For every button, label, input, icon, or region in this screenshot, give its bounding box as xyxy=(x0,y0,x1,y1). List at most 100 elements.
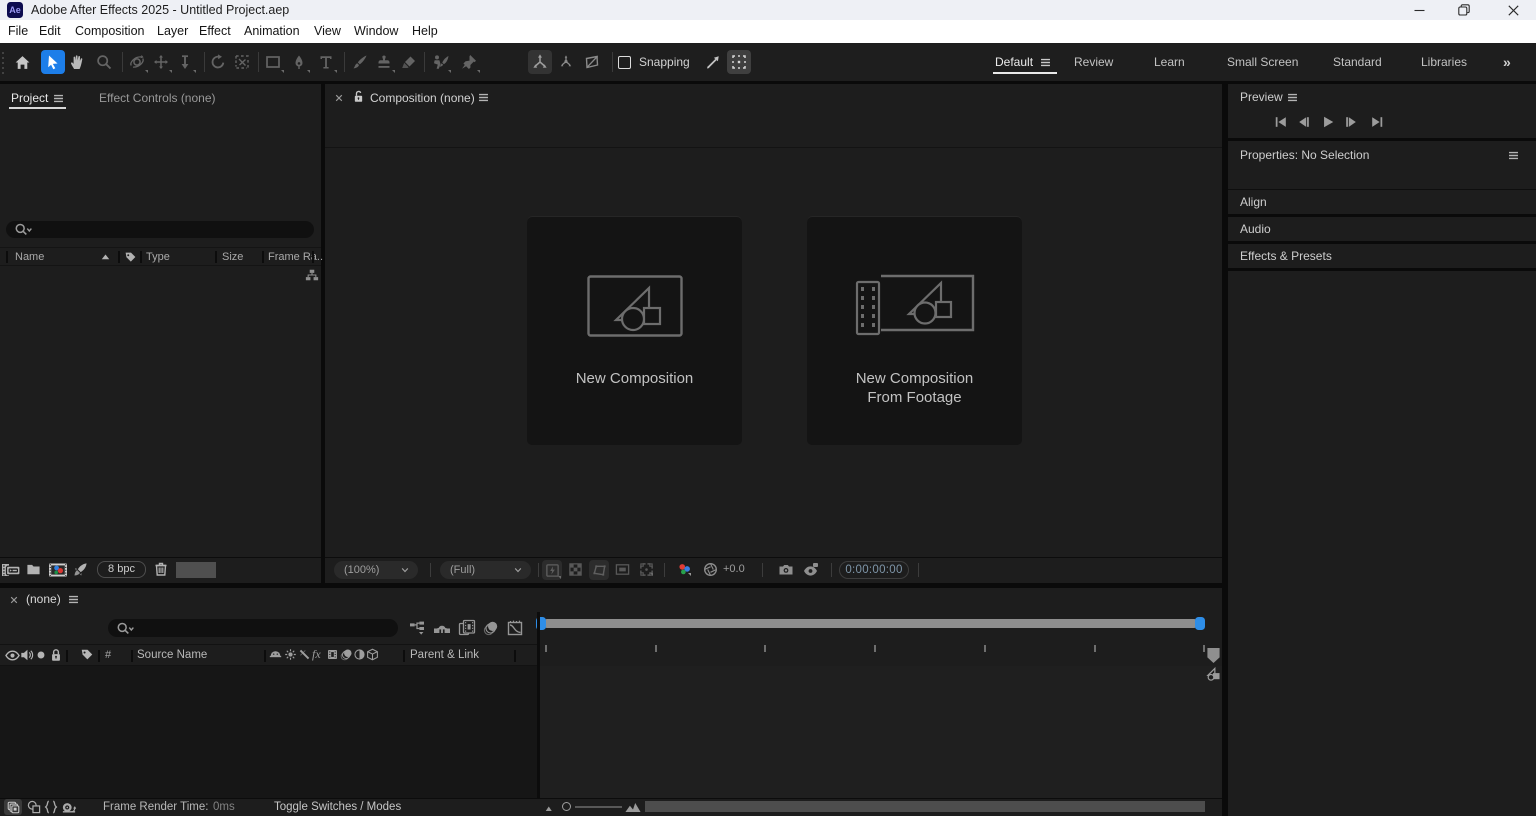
new-composition-card[interactable]: New Composition xyxy=(527,216,742,445)
timeline-tab-close-icon[interactable] xyxy=(9,595,19,605)
rotation-tool[interactable] xyxy=(206,50,230,74)
maximize-button[interactable] xyxy=(1449,0,1479,20)
new-composition-from-footage-card[interactable]: New Composition From Footage xyxy=(807,216,1022,445)
workspace-menu-icon[interactable] xyxy=(1036,53,1054,71)
new-folder-button[interactable] xyxy=(26,562,41,577)
hide-shy-layers-button[interactable] xyxy=(433,620,451,636)
project-panel-menu-icon[interactable] xyxy=(52,92,65,105)
timeline-zoom-knob[interactable] xyxy=(562,802,571,811)
next-frame-button[interactable] xyxy=(1344,115,1358,129)
timeline-horizontal-scrollbar[interactable] xyxy=(645,801,1205,812)
comp-marker-bin-icon[interactable] xyxy=(1206,647,1221,664)
dolly-camera-tool[interactable] xyxy=(173,50,197,74)
exposure-value[interactable]: +0.0 xyxy=(723,563,745,575)
pan-camera-tool[interactable] xyxy=(149,50,173,74)
snapshot-button[interactable] xyxy=(778,562,794,578)
timeline-search-input[interactable] xyxy=(108,619,398,637)
lock-icon[interactable] xyxy=(49,648,63,662)
layer-list-area[interactable] xyxy=(0,666,537,798)
3d-layer-icon[interactable] xyxy=(366,648,379,661)
column-source-name[interactable]: Source Name xyxy=(137,649,207,661)
project-search-input[interactable] xyxy=(6,221,314,238)
effects-fx-icon[interactable]: fx xyxy=(312,647,321,662)
workspace-tab-standard[interactable]: Standard xyxy=(1333,50,1382,74)
zoom-in-frames-icon[interactable] xyxy=(625,802,641,813)
workspace-tab-default[interactable]: Default xyxy=(995,50,1033,74)
tab-effect-controls[interactable]: Effect Controls (none) xyxy=(99,91,216,105)
label-icon[interactable] xyxy=(80,648,94,662)
orbit-camera-tool[interactable] xyxy=(125,50,149,74)
delete-item-button[interactable] xyxy=(153,561,169,577)
composition-tab-close-icon[interactable] xyxy=(334,93,344,103)
tab-project[interactable]: Project xyxy=(11,91,48,105)
pan-behind-tool[interactable] xyxy=(230,50,254,74)
tab-composition[interactable]: Composition (none) xyxy=(370,91,475,105)
first-frame-button[interactable] xyxy=(1274,115,1288,129)
rocket-template-button[interactable] xyxy=(73,562,88,577)
time-navigator-end-handle[interactable] xyxy=(1195,617,1205,630)
workspace-tab-libraries[interactable]: Libraries xyxy=(1421,50,1467,74)
column-number[interactable]: # xyxy=(105,649,111,661)
new-composition-button[interactable] xyxy=(48,562,68,578)
video-eye-icon[interactable] xyxy=(5,648,20,663)
collapse-transformations-icon[interactable] xyxy=(284,648,297,661)
audio-speaker-icon[interactable] xyxy=(20,648,34,662)
menu-window[interactable]: Window xyxy=(354,20,398,43)
play-button[interactable] xyxy=(1321,115,1335,129)
brush-tool[interactable] xyxy=(348,50,372,74)
adjustment-layer-icon[interactable] xyxy=(353,648,366,661)
menu-help[interactable]: Help xyxy=(412,20,438,43)
home-button[interactable] xyxy=(10,50,34,74)
effects-presets-panel[interactable]: Effects & Presets xyxy=(1228,244,1536,268)
frame-blend-switch-icon[interactable] xyxy=(326,648,339,661)
interpret-footage-button[interactable] xyxy=(1,562,21,578)
project-color-depth-button[interactable]: 8 bpc xyxy=(97,561,146,578)
magnification-dropdown[interactable]: (100%) xyxy=(334,561,418,579)
sort-ascending-icon[interactable] xyxy=(100,252,111,262)
previous-frame-button[interactable] xyxy=(1297,115,1311,129)
fast-preview-button[interactable] xyxy=(542,560,562,580)
properties-panel-menu-icon[interactable] xyxy=(1507,149,1520,162)
menu-effect[interactable]: Effect xyxy=(199,20,231,43)
shy-switch-icon[interactable] xyxy=(269,648,282,661)
column-size[interactable]: Size xyxy=(222,251,243,263)
column-name[interactable]: Name xyxy=(15,251,44,263)
expand-transfer-controls-button[interactable] xyxy=(27,800,41,814)
timeline-panel-menu-icon[interactable] xyxy=(67,593,80,606)
quality-icon[interactable] xyxy=(298,648,311,661)
project-footer-scrollbar[interactable] xyxy=(176,562,216,578)
snap-along-edges-button[interactable] xyxy=(701,50,725,74)
minimize-button[interactable] xyxy=(1404,0,1434,20)
last-frame-button[interactable] xyxy=(1370,115,1384,129)
zoom-tool[interactable] xyxy=(92,50,116,74)
tab-timeline-none[interactable]: (none) xyxy=(26,592,61,606)
resolution-dropdown[interactable]: (Full) xyxy=(440,561,531,579)
properties-panel-title[interactable]: Properties: No Selection xyxy=(1240,148,1369,162)
close-button[interactable] xyxy=(1498,0,1528,20)
timeline-zoom-slider[interactable] xyxy=(575,806,622,808)
puppet-pin-tool[interactable] xyxy=(457,50,481,74)
expand-layer-switches-button[interactable] xyxy=(4,799,22,815)
eraser-tool[interactable] xyxy=(397,50,421,74)
snapping-checkbox[interactable] xyxy=(618,56,631,69)
menu-layer[interactable]: Layer xyxy=(157,20,188,43)
menu-view[interactable]: View xyxy=(314,20,341,43)
project-flowchart-icon[interactable] xyxy=(305,268,319,282)
toggle-switches-modes-button[interactable]: Toggle Switches / Modes xyxy=(274,801,401,813)
expand-in-out-duration-button[interactable] xyxy=(44,800,58,814)
transparency-grid-button[interactable] xyxy=(568,562,583,577)
grid-guides-button[interactable] xyxy=(639,562,654,577)
graph-editor-button[interactable] xyxy=(507,620,523,636)
composition-panel-menu-icon[interactable] xyxy=(477,91,490,104)
world-axis-mode-button[interactable] xyxy=(554,50,578,74)
channel-settings-button[interactable] xyxy=(677,562,692,577)
column-type[interactable]: Type xyxy=(146,251,170,263)
motion-blur-button[interactable] xyxy=(483,620,499,636)
clone-stamp-tool[interactable] xyxy=(372,50,396,74)
roto-brush-tool[interactable] xyxy=(428,50,452,74)
local-axis-mode-button[interactable] xyxy=(528,50,552,74)
preview-panel-menu-icon[interactable] xyxy=(1286,91,1299,104)
menu-file[interactable]: File xyxy=(8,20,28,43)
timecode-display[interactable]: 0:00:00:00 xyxy=(839,561,909,579)
snap-features-button[interactable] xyxy=(727,50,751,74)
